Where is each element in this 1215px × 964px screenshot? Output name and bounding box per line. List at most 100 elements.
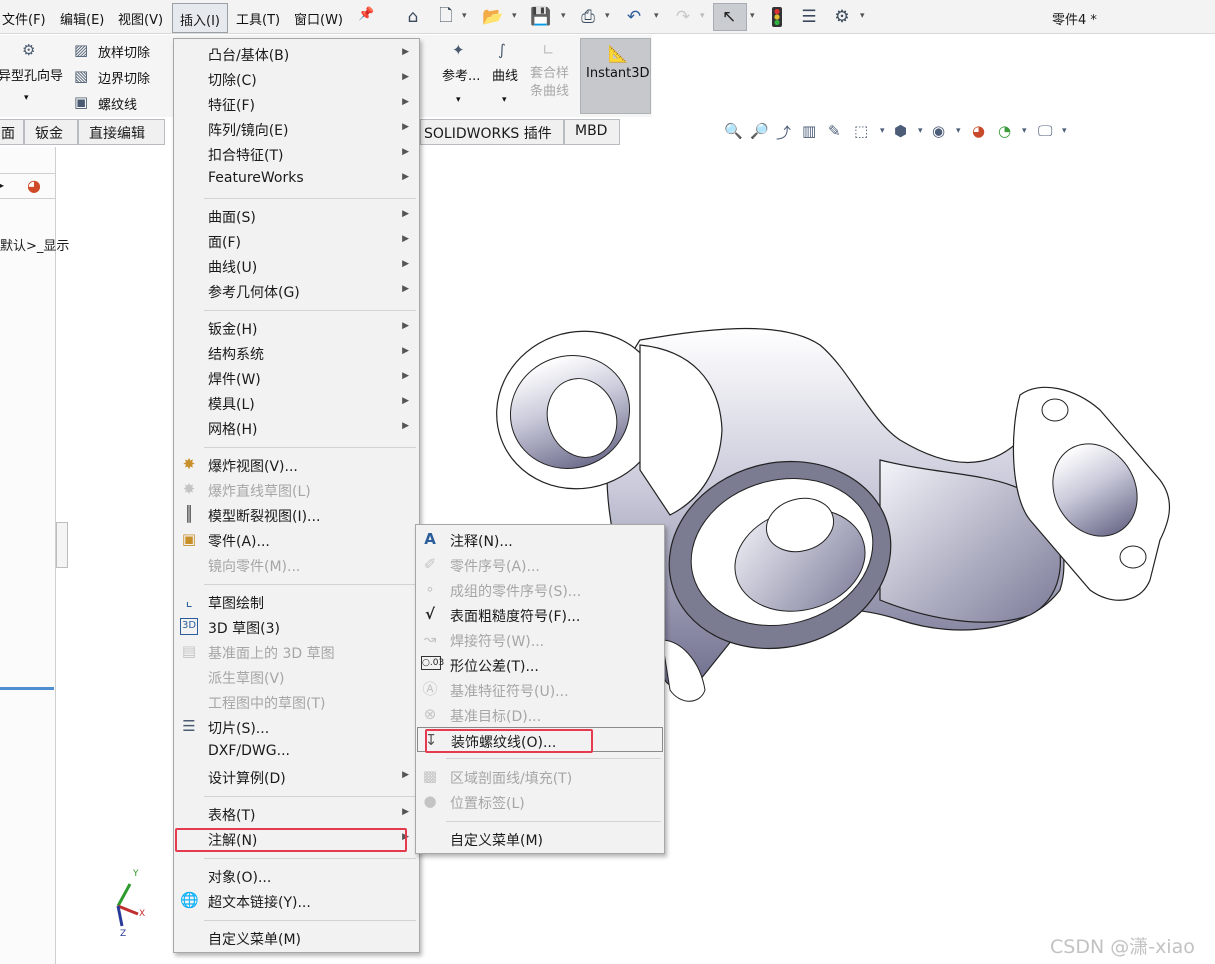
- menu-item-weld-symbol[interactable]: ↝ 焊接符号(W)...: [416, 627, 664, 652]
- rebuild-traffic-light-icon[interactable]: [766, 6, 788, 28]
- curves-button[interactable]: 曲线: [492, 65, 518, 84]
- thread-button[interactable]: 螺纹线: [98, 94, 137, 113]
- menu-item-customize-menu[interactable]: 自定义菜单(M): [174, 925, 419, 950]
- menu-item-datum-target[interactable]: ⊗ 基准目标(D)...: [416, 702, 664, 727]
- select-tool-button[interactable]: ↖: [713, 3, 747, 31]
- print-icon[interactable]: ⎙: [577, 6, 599, 28]
- menu-item-hyperlink[interactable]: 🌐 超文本链接(Y)...: [174, 888, 419, 913]
- chevron-down-icon[interactable]: ▾: [700, 11, 705, 21]
- hide-show-items-icon[interactable]: ◉: [932, 122, 945, 140]
- menu-view[interactable]: 视图(V): [118, 9, 163, 28]
- lofted-cut-button[interactable]: 放样切除: [98, 42, 150, 61]
- chevron-down-icon[interactable]: ▾: [750, 11, 755, 21]
- chevron-down-icon[interactable]: ▾: [1022, 126, 1027, 136]
- boundary-cut-button[interactable]: 边界切除: [98, 68, 150, 87]
- menu-item-weldments[interactable]: 焊件(W) ▶: [174, 365, 419, 390]
- menu-item-pattern-mirror[interactable]: 阵列/镜向(E) ▶: [174, 116, 419, 141]
- zoom-to-fit-icon[interactable]: 🔍: [724, 122, 743, 140]
- view-orientation-icon[interactable]: ⬚: [854, 122, 868, 140]
- menu-item-tables[interactable]: 表格(T) ▶: [174, 801, 419, 826]
- section-view-icon[interactable]: ▥: [802, 122, 816, 140]
- chevron-down-icon[interactable]: ▾: [24, 93, 29, 103]
- menu-item-geometric-tolerance[interactable]: ○.03 形位公差(T)...: [416, 652, 664, 677]
- menu-item-reference-geometry[interactable]: 参考几何体(G) ▶: [174, 278, 419, 303]
- menu-item-3d-sketch[interactable]: 3D 3D 草图(3): [174, 614, 419, 639]
- menu-item-derived-sketch[interactable]: 派生草图(V): [174, 664, 419, 689]
- panel-splitter[interactable]: [0, 687, 54, 690]
- menu-item-balloon[interactable]: ✐ 零件序号(A)...: [416, 552, 664, 577]
- menu-file[interactable]: 文件(F): [2, 9, 46, 28]
- menu-item-location-label[interactable]: ● 位置标签(L): [416, 789, 664, 814]
- menu-edit[interactable]: 编辑(E): [60, 9, 104, 28]
- edit-appearance-icon[interactable]: ◕: [972, 122, 985, 140]
- menu-item-molds[interactable]: 模具(L) ▶: [174, 390, 419, 415]
- menu-item-slice[interactable]: ☰ 切片(S)...: [174, 714, 419, 739]
- hole-wizard-button[interactable]: 异型孔向导: [0, 65, 63, 84]
- menu-item-explode-line-sketch[interactable]: ✸ 爆炸直线草图(L): [174, 477, 419, 502]
- chevron-down-icon[interactable]: ▾: [502, 95, 507, 105]
- chevron-down-icon[interactable]: ▾: [956, 126, 961, 136]
- menu-item-featureworks[interactable]: FeatureWorks ▶: [174, 166, 419, 191]
- instant3d-button[interactable]: 📐 Instant3D: [580, 38, 651, 114]
- menu-item-design-study[interactable]: 设计算例(D) ▶: [174, 764, 419, 789]
- menu-item-object[interactable]: 对象(O)...: [174, 863, 419, 888]
- menu-item-dxf-dwg[interactable]: DXF/DWG...: [174, 739, 419, 764]
- menu-item-area-hatch[interactable]: ▩ 区域剖面线/填充(T): [416, 764, 664, 789]
- chevron-down-icon[interactable]: ▾: [512, 11, 517, 21]
- menu-item-customize-menu[interactable]: 自定义菜单(M): [416, 826, 664, 851]
- menu-item-structure-system[interactable]: 结构系统 ▶: [174, 340, 419, 365]
- pin-icon[interactable]: 📌: [358, 7, 374, 22]
- chevron-down-icon[interactable]: ▾: [860, 11, 865, 21]
- panel-collapse-handle[interactable]: [56, 522, 68, 568]
- menu-item-insert-part[interactable]: ▣ 零件(A)...: [174, 527, 419, 552]
- view-settings-icon[interactable]: 🖵: [1038, 122, 1052, 140]
- menu-item-sketch[interactable]: ⌞ 草图绘制: [174, 589, 419, 614]
- chevron-down-icon[interactable]: ▾: [654, 11, 659, 21]
- tab-sheet-metal[interactable]: 钣金: [24, 119, 78, 145]
- menu-item-broken-view[interactable]: ║ 模型断裂视图(I)...: [174, 502, 419, 527]
- gear-icon[interactable]: ⚙: [831, 6, 853, 28]
- undo-icon[interactable]: ↶: [623, 6, 645, 28]
- menu-item-mesh[interactable]: 网格(H) ▶: [174, 415, 419, 440]
- menu-item-surface-finish[interactable]: √ 表面粗糙度符号(F)...: [416, 602, 664, 627]
- chevron-down-icon[interactable]: ▾: [918, 126, 923, 136]
- chevron-down-icon[interactable]: ▾: [880, 126, 885, 136]
- expand-arrow-icon[interactable]: ▸: [0, 178, 4, 192]
- reference-geometry-button[interactable]: 参考...: [442, 65, 480, 84]
- fit-spline-button[interactable]: 套合样条曲线: [530, 65, 574, 101]
- zoom-to-area-icon[interactable]: 🔎: [750, 122, 769, 140]
- chevron-down-icon[interactable]: ▾: [1062, 126, 1067, 136]
- home-icon[interactable]: ⌂: [402, 6, 424, 28]
- menu-item-curve[interactable]: 曲线(U) ▶: [174, 253, 419, 278]
- open-folder-icon[interactable]: 📂: [482, 6, 504, 28]
- previous-view-icon[interactable]: ⤴: [776, 122, 791, 143]
- chevron-down-icon[interactable]: ▾: [561, 11, 566, 21]
- menu-item-cut[interactable]: 切除(C) ▶: [174, 66, 419, 91]
- menu-item-boss-base[interactable]: 凸台/基体(B) ▶: [174, 41, 419, 66]
- menu-tools[interactable]: 工具(T): [236, 9, 280, 28]
- display-manager-icon[interactable]: ◕: [27, 176, 41, 195]
- menu-item-surface[interactable]: 曲面(S) ▶: [174, 203, 419, 228]
- menu-window[interactable]: 窗口(W): [294, 9, 343, 28]
- menu-item-mirror-part[interactable]: 镜向零件(M)...: [174, 552, 419, 577]
- menu-item-datum-feature[interactable]: Ⓐ 基准特征符号(U)...: [416, 677, 664, 702]
- menu-item-exploded-view[interactable]: ✸ 爆炸视图(V)...: [174, 452, 419, 477]
- menu-item-face[interactable]: 面(F) ▶: [174, 228, 419, 253]
- tab-mbd[interactable]: MBD: [564, 119, 620, 145]
- menu-insert[interactable]: 插入(I): [172, 3, 228, 33]
- chevron-down-icon[interactable]: ▾: [462, 11, 467, 21]
- menu-item-fastening-feature[interactable]: 扣合特征(T) ▶: [174, 141, 419, 166]
- tab-solidworks-addins[interactable]: SOLIDWORKS 插件: [420, 119, 564, 145]
- tab-face[interactable]: 面: [0, 119, 24, 145]
- menu-item-stacked-balloon[interactable]: ∘ 成组的零件序号(S)...: [416, 577, 664, 602]
- chevron-down-icon[interactable]: ▾: [605, 11, 610, 21]
- chevron-down-icon[interactable]: ▾: [456, 95, 461, 105]
- redo-icon[interactable]: ↷: [672, 6, 694, 28]
- menu-item-sheet-metal[interactable]: 钣金(H) ▶: [174, 315, 419, 340]
- new-document-icon[interactable]: 🗋: [435, 6, 457, 28]
- tab-direct-editing[interactable]: 直接编辑: [78, 119, 165, 145]
- menu-item-sketch-from-drawing[interactable]: 工程图中的草图(T): [174, 689, 419, 714]
- menu-item-features[interactable]: 特征(F) ▶: [174, 91, 419, 116]
- menu-item-note[interactable]: A 注释(N)...: [416, 527, 664, 552]
- apply-scene-icon[interactable]: ◔: [998, 122, 1011, 140]
